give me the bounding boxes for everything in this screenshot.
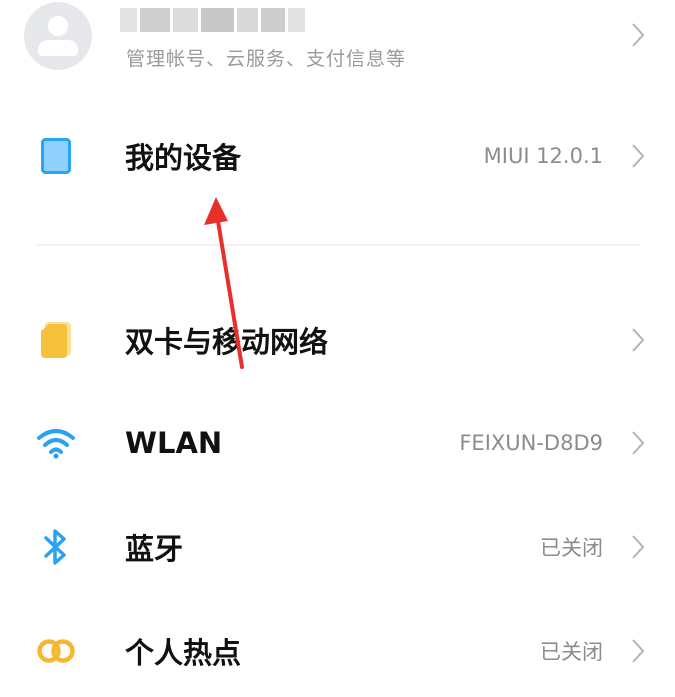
wifi-icon xyxy=(36,423,76,463)
tablet-icon xyxy=(36,136,76,176)
settings-screen: 管理帐号、云服务、支付信息等 我的设备 MIUI 12.0.1 双卡与移动网络 xyxy=(0,0,675,697)
sim-card-icon xyxy=(36,320,76,360)
my-device-row[interactable]: 我的设备 MIUI 12.0.1 xyxy=(0,116,675,196)
section-divider xyxy=(36,244,640,246)
chevron-right-icon xyxy=(632,431,645,455)
avatar-icon xyxy=(24,2,92,70)
account-row[interactable]: 管理帐号、云服务、支付信息等 xyxy=(0,0,675,90)
wlan-row[interactable]: WLAN FEIXUN-D8D9 xyxy=(0,403,675,483)
hotspot-row[interactable]: 个人热点 已关闭 xyxy=(0,611,675,691)
hotspot-label: 个人热点 xyxy=(125,636,242,670)
account-name-redacted xyxy=(120,8,306,32)
bluetooth-row[interactable]: 蓝牙 已关闭 xyxy=(0,507,675,587)
my-device-label: 我的设备 xyxy=(125,141,242,175)
chevron-right-icon xyxy=(632,144,645,168)
chevron-right-icon xyxy=(632,535,645,559)
bluetooth-icon xyxy=(36,527,76,567)
hotspot-value: 已关闭 xyxy=(540,640,603,664)
chevron-right-icon xyxy=(632,639,645,663)
wlan-value: FEIXUN-D8D9 xyxy=(459,431,603,455)
bluetooth-value: 已关闭 xyxy=(540,536,603,560)
my-device-value: MIUI 12.0.1 xyxy=(483,144,603,168)
chevron-right-icon xyxy=(632,328,645,352)
dual-sim-row[interactable]: 双卡与移动网络 xyxy=(0,300,675,380)
bluetooth-label: 蓝牙 xyxy=(125,532,184,566)
hotspot-icon xyxy=(36,631,76,671)
wlan-label: WLAN xyxy=(125,426,223,460)
annotation-arrow-icon xyxy=(204,197,244,369)
account-subtitle: 管理帐号、云服务、支付信息等 xyxy=(126,48,407,70)
chevron-right-icon xyxy=(632,23,645,47)
